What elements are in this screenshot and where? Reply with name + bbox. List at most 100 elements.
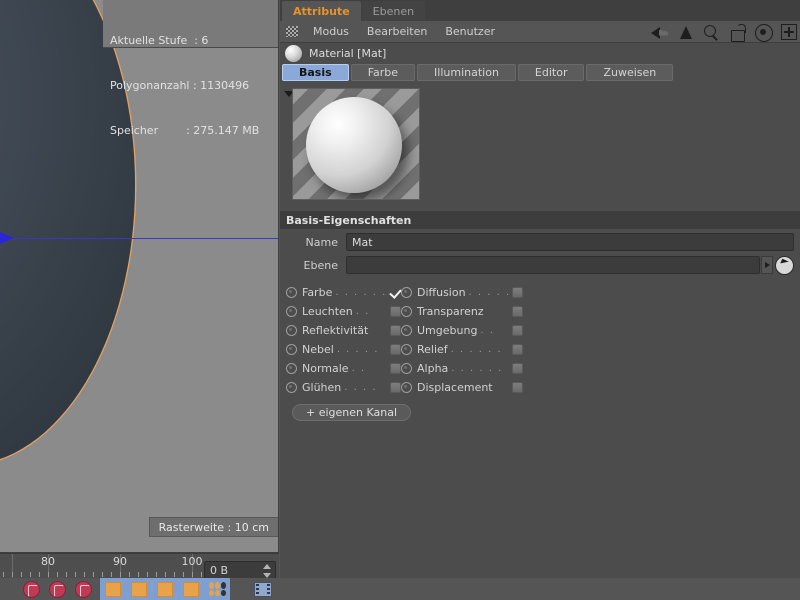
render-view-icon[interactable] — [250, 578, 276, 600]
redo-view-icon[interactable] — [44, 578, 70, 600]
channel-radio-icon[interactable] — [401, 344, 412, 355]
channel-checkbox[interactable] — [512, 344, 523, 355]
channel-radio-icon[interactable] — [401, 382, 412, 393]
ruler-minor-tick — [174, 572, 175, 577]
toolbar-group-render — [250, 578, 276, 600]
channel-radio-icon[interactable] — [286, 382, 297, 393]
tab-ebenen-label: Ebenen — [372, 4, 415, 18]
ruler-minor-tick — [39, 572, 40, 577]
channel-row[interactable]: Nebel. . . . . — [286, 340, 401, 359]
channel-checkbox[interactable] — [390, 344, 401, 355]
ruler-label: 90 — [113, 555, 127, 568]
viewport-perspective[interactable]: Aktuelle Stufe : 6 Polygonanzahl : 11304… — [0, 0, 279, 553]
material-tab-row: Basis Farbe Illumination Editor Zuweisen — [280, 64, 800, 83]
search-icon[interactable] — [703, 24, 720, 41]
menu-item-benutzer[interactable]: Benutzer — [436, 21, 504, 43]
channel-radio-icon[interactable] — [286, 306, 297, 317]
ruler-minor-tick — [93, 572, 94, 577]
tab-attribute-label: Attribute — [293, 4, 350, 18]
undo-view-icon[interactable] — [18, 578, 44, 600]
scale-tool-icon[interactable] — [126, 578, 152, 600]
channel-label: Alpha — [417, 362, 449, 375]
back-arrow-icon[interactable] — [651, 24, 668, 41]
channel-row[interactable]: Alpha. . . . . . — [401, 359, 523, 378]
channel-label: Transparenz — [417, 305, 484, 318]
ebene-field-row: Ebene — [280, 255, 800, 275]
material-tab-basis[interactable]: Basis — [282, 64, 349, 81]
basis-section-header: Basis-Eigenschaften — [280, 211, 800, 229]
channel-checkbox[interactable] — [390, 382, 401, 393]
rotate-tool-icon[interactable] — [152, 578, 178, 600]
tab-attribute[interactable]: Attribute — [282, 1, 361, 21]
ruler-minor-tick — [129, 572, 130, 577]
channel-row[interactable]: Leuchten. . — [286, 302, 401, 321]
channel-row[interactable]: Reflektivität — [286, 321, 401, 340]
channel-row[interactable]: Displacement — [401, 378, 523, 397]
material-tab-illumination[interactable]: Illumination — [417, 64, 516, 81]
toolbar-group-tools — [100, 578, 230, 600]
material-tab-zuweisen[interactable]: Zuweisen — [586, 64, 674, 81]
channel-row[interactable]: Farbe. . . . . . — [286, 283, 401, 302]
hatch-grip-icon[interactable] — [286, 26, 298, 37]
points-tool-icon[interactable] — [204, 578, 230, 600]
material-preview-thumbnail[interactable] — [292, 88, 420, 200]
channel-checkbox[interactable] — [390, 363, 401, 374]
channel-radio-icon[interactable] — [286, 287, 297, 298]
channel-checkbox[interactable] — [512, 363, 523, 374]
name-field-row: Name — [280, 232, 800, 252]
pick-cursor-icon[interactable] — [775, 255, 794, 275]
channel-row[interactable]: Normale. . — [286, 359, 401, 378]
channel-radio-icon[interactable] — [286, 363, 297, 374]
channel-radio-icon[interactable] — [401, 287, 412, 298]
channel-radio-icon[interactable] — [401, 306, 412, 317]
name-input[interactable] — [346, 233, 794, 251]
move-tool-icon[interactable] — [100, 578, 126, 600]
channel-row[interactable]: Relief. . . . . . — [401, 340, 523, 359]
channel-radio-icon[interactable] — [401, 325, 412, 336]
channel-checkbox[interactable] — [390, 287, 401, 298]
menu-item-bearbeiten[interactable]: Bearbeiten — [358, 21, 436, 43]
channel-radio-icon[interactable] — [401, 363, 412, 374]
material-tab-zuweisen-label: Zuweisen — [603, 66, 657, 79]
up-arrow-icon[interactable] — [677, 24, 694, 41]
channel-label: Normale — [302, 362, 349, 375]
menu-item-modus[interactable]: Modus — [304, 21, 358, 43]
spinner-arrows-icon[interactable] — [262, 564, 271, 578]
channel-label: Nebel — [302, 343, 334, 356]
channel-checkbox[interactable] — [390, 325, 401, 336]
material-tab-editor-label: Editor — [534, 66, 568, 79]
render-tool-icon[interactable] — [178, 578, 204, 600]
channel-checkbox[interactable] — [390, 306, 401, 317]
ebene-input[interactable] — [346, 256, 760, 274]
chevron-right-icon[interactable] — [761, 256, 773, 274]
help-icon[interactable] — [70, 578, 96, 600]
unlock-icon[interactable] — [729, 23, 746, 42]
material-tab-editor[interactable]: Editor — [517, 64, 585, 81]
channel-row[interactable]: Glühen. . . . — [286, 378, 401, 397]
channel-row[interactable]: Transparenz — [401, 302, 523, 321]
add-own-channel-button[interactable]: + eigenen Kanal — [292, 404, 412, 421]
channel-radio-icon[interactable] — [286, 344, 297, 355]
material-tab-farbe[interactable]: Farbe — [350, 64, 416, 81]
channel-checkbox[interactable] — [512, 306, 523, 317]
ruler-minor-tick — [165, 572, 166, 577]
channel-label: Relief — [417, 343, 448, 356]
target-icon[interactable] — [755, 23, 773, 42]
channel-row[interactable]: Diffusion. . . . . — [401, 283, 523, 302]
channel-dot-leader: . . . . — [344, 382, 378, 393]
tab-ebenen[interactable]: Ebenen — [361, 1, 426, 21]
axis-arrow-x — [0, 232, 14, 244]
rasterweite-label: Rasterweite : 10 cm — [148, 517, 278, 537]
material-tab-farbe-label: Farbe — [367, 66, 399, 79]
channel-checkbox[interactable] — [512, 287, 523, 298]
channel-dot-leader: . . — [351, 363, 366, 374]
channel-label: Farbe — [302, 286, 333, 299]
add-box-icon[interactable] — [781, 24, 797, 40]
channel-row[interactable]: Umgebung. . — [401, 321, 523, 340]
channel-checkbox[interactable] — [512, 325, 523, 336]
channel-dot-leader: . . . . . . — [335, 287, 387, 298]
channel-checkbox[interactable] — [512, 382, 523, 393]
panel-bottom-filler — [280, 578, 800, 600]
channel-radio-icon[interactable] — [286, 325, 297, 336]
cinema4d-window: Aktuelle Stufe : 6 Polygonanzahl : 11304… — [0, 0, 800, 600]
